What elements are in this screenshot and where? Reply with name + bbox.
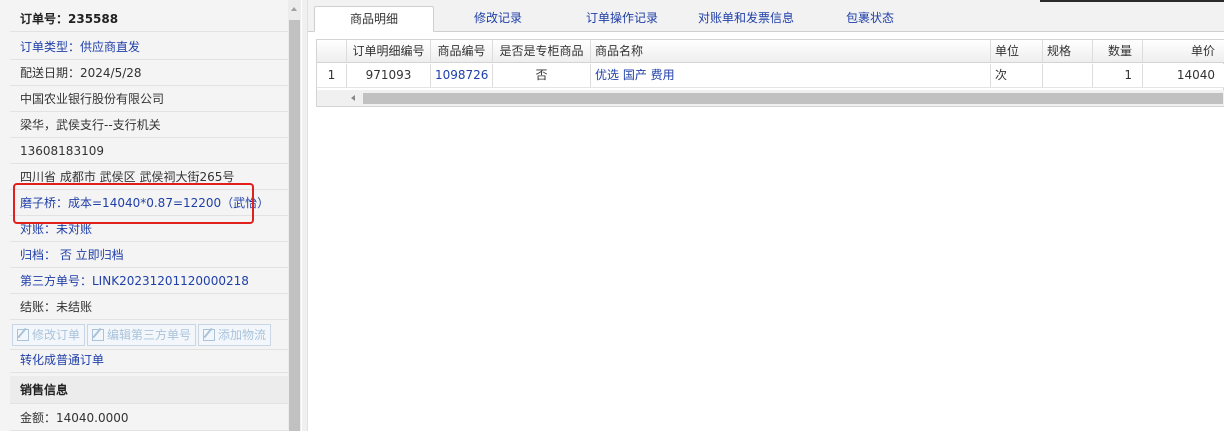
horizontal-scrollbar-thumb[interactable] [363, 93, 1223, 104]
table-horizontal-scrollbar[interactable] [317, 90, 1224, 106]
settle-status: 结账：未结账 [10, 294, 288, 320]
header-counter[interactable]: 是否是专柜商品 [493, 40, 591, 62]
product-table: 订单明细编号 商品编号 是否是专柜商品 商品名称 单位 规格 数量 单价 1 9… [316, 39, 1224, 107]
add-logistics-label: 添加物流 [218, 328, 267, 342]
panel-splitter[interactable] [302, 0, 308, 431]
row-detail-no: 971093 [347, 64, 431, 87]
edit-icon [17, 329, 29, 341]
table-row[interactable]: 1 971093 1098726 否 优选 国产 费用 次 1 14040 [317, 64, 1224, 88]
order-number: 订单号：235588 [10, 6, 288, 32]
header-qty[interactable]: 数量 [1093, 40, 1143, 62]
header-index [317, 40, 347, 62]
sales-info-title: 销售信息 [10, 376, 288, 404]
header-detail-no[interactable]: 订单明细编号 [347, 40, 431, 62]
row-index: 1 [317, 64, 347, 87]
sales-amount: 金额：14040.0000 [10, 405, 288, 431]
highlight-box [13, 183, 254, 224]
tab-package-status[interactable]: 包裹状态 [846, 6, 894, 32]
phone-number: 13608183109 [10, 138, 288, 164]
edit-order-button[interactable]: 修改订单 [12, 324, 86, 346]
edit-third-party-label: 编辑第三方单号 [107, 328, 192, 342]
left-panel-scrollbar[interactable] [288, 0, 301, 431]
header-unit[interactable]: 单位 [991, 40, 1043, 62]
company-name: 中国农业银行股份有限公司 [10, 86, 288, 112]
order-info-panel: 订单号：235588 订单类型：供应商直发 配送日期：2024/5/28 中国农… [0, 0, 301, 431]
order-actions: 修改订单 编辑第三方单号 添加物流 [10, 320, 288, 350]
scroll-up-icon[interactable] [291, 7, 297, 11]
tab-order-operations[interactable]: 订单操作记录 [586, 6, 658, 32]
tab-product-details[interactable]: 商品明细 [314, 6, 434, 32]
edit-order-label: 修改订单 [32, 328, 81, 342]
row-product-no-link[interactable]: 1098726 [431, 64, 493, 87]
row-qty: 1 [1093, 64, 1143, 87]
top-edge [1040, 0, 1224, 2]
delivery-date: 配送日期：2024/5/28 [10, 60, 288, 86]
row-price: 14040 [1176, 68, 1215, 82]
add-logistics-button[interactable]: 添加物流 [198, 324, 272, 346]
table-header: 订单明细编号 商品编号 是否是专柜商品 商品名称 单位 规格 数量 单价 [317, 40, 1224, 63]
row-spec [1043, 64, 1093, 87]
header-spec[interactable]: 规格 [1043, 40, 1093, 62]
scroll-left-icon[interactable] [351, 95, 355, 101]
header-product-no[interactable]: 商品编号 [431, 40, 493, 62]
edit-third-party-button[interactable]: 编辑第三方单号 [87, 324, 197, 346]
row-product-name-link[interactable]: 优选 国产 费用 [591, 64, 991, 87]
edit-icon [92, 329, 105, 341]
edit-icon [203, 329, 216, 341]
header-price[interactable]: 单价 [1143, 40, 1224, 62]
third-party-number: 第三方单号：LINK20231201120000218 [10, 268, 288, 294]
row-counter: 否 [493, 64, 591, 87]
header-product-name[interactable]: 商品名称 [591, 40, 991, 62]
contact-info: 梁华，武侯支行--支行机关 [10, 112, 288, 138]
detail-tabs: 商品明细 修改记录 订单操作记录 对账单和发票信息 包裹状态 [308, 0, 1224, 32]
convert-to-normal-order-link[interactable]: 转化成普通订单 [10, 347, 288, 373]
tab-change-log[interactable]: 修改记录 [474, 6, 522, 32]
tab-statement-invoice[interactable]: 对账单和发票信息 [698, 6, 794, 32]
archive-status[interactable]: 归档： 否 立即归档 [10, 242, 288, 268]
order-type: 订单类型：供应商直发 [10, 34, 288, 60]
scrollbar-thumb[interactable] [289, 20, 300, 431]
row-unit: 次 [991, 64, 1043, 87]
